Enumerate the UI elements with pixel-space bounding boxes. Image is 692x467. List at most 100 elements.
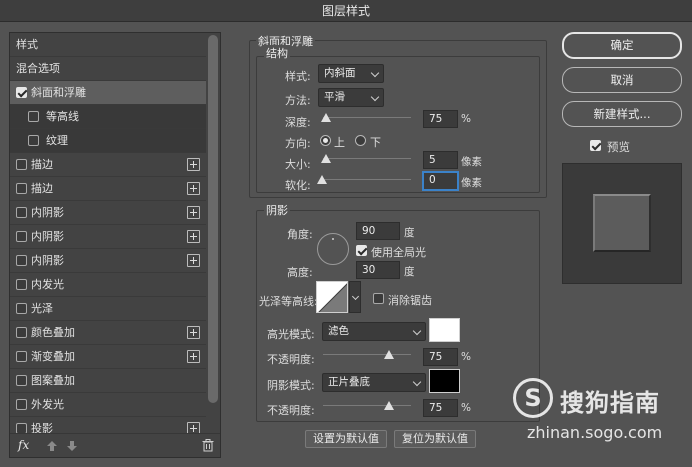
set-default-button[interactable]: 设置为默认值: [305, 430, 387, 448]
highlight-opacity-label: 不透明度:: [267, 353, 315, 366]
style-list-item[interactable]: 混合选项: [10, 57, 206, 81]
technique-select[interactable]: 平滑: [318, 88, 384, 107]
style-list-item[interactable]: 内阴影: [10, 201, 206, 225]
style-list-item[interactable]: 渐变叠加: [10, 345, 206, 369]
style-list-item[interactable]: 描边: [10, 153, 206, 177]
style-list-item[interactable]: 样式: [10, 33, 206, 57]
style-list-item[interactable]: 描边: [10, 177, 206, 201]
add-effect-icon[interactable]: [187, 182, 200, 195]
anti-alias-checkbox[interactable]: [373, 293, 384, 304]
size-slider-thumb[interactable]: [321, 154, 331, 163]
depth-slider-thumb[interactable]: [321, 113, 331, 122]
style-checkbox[interactable]: [16, 279, 27, 290]
highlight-opacity-thumb[interactable]: [384, 350, 394, 359]
highlight-mode-label: 高光模式:: [267, 328, 315, 341]
style-select[interactable]: 内斜面: [318, 64, 384, 83]
style-checkbox[interactable]: [16, 87, 27, 98]
chevron-down-icon: [412, 326, 422, 336]
style-checkbox[interactable]: [16, 159, 27, 170]
style-list-item[interactable]: 光泽: [10, 297, 206, 321]
style-list-item[interactable]: 斜面和浮雕: [10, 81, 206, 105]
add-effect-icon[interactable]: [187, 350, 200, 363]
style-checkbox[interactable]: [16, 231, 27, 242]
style-checkbox[interactable]: [16, 207, 27, 218]
style-list-item[interactable]: 内发光: [10, 273, 206, 297]
highlight-color-swatch[interactable]: [429, 318, 460, 342]
style-list-item[interactable]: 颜色叠加: [10, 321, 206, 345]
highlight-opacity-input[interactable]: 75: [423, 348, 458, 366]
cancel-button[interactable]: 取消: [562, 67, 682, 93]
depth-input[interactable]: 75: [423, 110, 458, 128]
ok-button[interactable]: 确定: [562, 32, 682, 59]
shadow-color-swatch[interactable]: [429, 369, 460, 393]
soften-input[interactable]: 0: [422, 171, 459, 191]
global-light-checkbox[interactable]: [356, 245, 367, 256]
gloss-contour-preview[interactable]: [316, 281, 348, 313]
move-down-icon[interactable]: [66, 440, 78, 452]
add-effect-icon[interactable]: [187, 230, 200, 243]
style-list-item[interactable]: 图案叠加: [10, 369, 206, 393]
add-effect-icon[interactable]: [187, 158, 200, 171]
angle-input[interactable]: 90: [356, 222, 400, 240]
style-checkbox[interactable]: [16, 183, 27, 194]
fx-button[interactable]: fx: [18, 438, 29, 452]
direction-up-radio[interactable]: [320, 135, 331, 146]
style-list-label: 图案叠加: [31, 374, 75, 387]
anti-alias-label: 消除锯齿: [388, 294, 432, 307]
new-style-button[interactable]: 新建样式...: [562, 101, 682, 127]
style-list-item[interactable]: 纹理: [10, 129, 206, 153]
style-label: 样式:: [285, 70, 311, 83]
angle-dial[interactable]: [317, 233, 349, 265]
preview-swatch: [593, 194, 651, 252]
highlight-opacity-track[interactable]: [323, 354, 411, 355]
style-list-label: 外发光: [31, 398, 64, 411]
style-checkbox[interactable]: [16, 399, 27, 410]
shadow-opacity-thumb[interactable]: [384, 401, 394, 410]
style-list-label: 内阴影: [31, 230, 64, 243]
size-slider-track[interactable]: [323, 158, 411, 159]
preview-label: 预览: [607, 140, 630, 154]
shadow-opacity-track[interactable]: [323, 405, 411, 406]
depth-slider-track[interactable]: [323, 117, 411, 118]
shadow-mode-select[interactable]: 正片叠底: [322, 373, 426, 392]
style-list-label: 光泽: [31, 302, 53, 315]
shadow-opacity-unit: %: [461, 402, 471, 414]
altitude-input[interactable]: 30: [356, 261, 400, 279]
style-checkbox[interactable]: [16, 351, 27, 362]
shadow-opacity-input[interactable]: 75: [423, 399, 458, 417]
depth-unit: %: [461, 113, 471, 125]
style-list-item[interactable]: 内阴影: [10, 225, 206, 249]
soften-slider-thumb[interactable]: [317, 175, 327, 184]
style-list-item[interactable]: 外发光: [10, 393, 206, 417]
style-checkbox[interactable]: [28, 111, 39, 122]
style-checkbox[interactable]: [16, 375, 27, 386]
add-effect-icon[interactable]: [187, 326, 200, 339]
style-checkbox[interactable]: [16, 327, 27, 338]
highlight-mode-value: 滤色: [328, 325, 349, 337]
size-input[interactable]: 5: [423, 151, 458, 169]
gloss-contour-dropdown[interactable]: [349, 281, 361, 313]
style-list-item[interactable]: 等高线: [10, 105, 206, 129]
direction-down-radio[interactable]: [355, 135, 366, 146]
reset-default-button[interactable]: 复位为默认值: [394, 430, 476, 448]
global-light-label: 使用全局光: [371, 246, 426, 259]
chevron-down-icon: [370, 92, 380, 102]
soften-slider-track[interactable]: [323, 179, 411, 180]
highlight-mode-select[interactable]: 滤色: [322, 322, 426, 341]
style-checkbox[interactable]: [16, 255, 27, 266]
shadow-mode-label: 阴影模式:: [267, 379, 315, 392]
window-title: 图层样式: [0, 0, 692, 22]
style-checkbox[interactable]: [28, 135, 39, 146]
add-effect-icon[interactable]: [187, 206, 200, 219]
style-checkbox[interactable]: [16, 303, 27, 314]
style-select-value: 内斜面: [324, 67, 356, 79]
styles-list-scrollbar[interactable]: [208, 35, 218, 403]
trash-icon[interactable]: [202, 439, 214, 452]
style-list-item[interactable]: 内阴影: [10, 249, 206, 273]
add-effect-icon[interactable]: [187, 254, 200, 267]
style-list-label: 内阴影: [31, 254, 64, 267]
preview-checkbox[interactable]: [590, 140, 601, 151]
preview-canvas: [562, 163, 682, 284]
move-up-icon[interactable]: [46, 440, 58, 452]
direction-label: 方向:: [285, 137, 311, 150]
